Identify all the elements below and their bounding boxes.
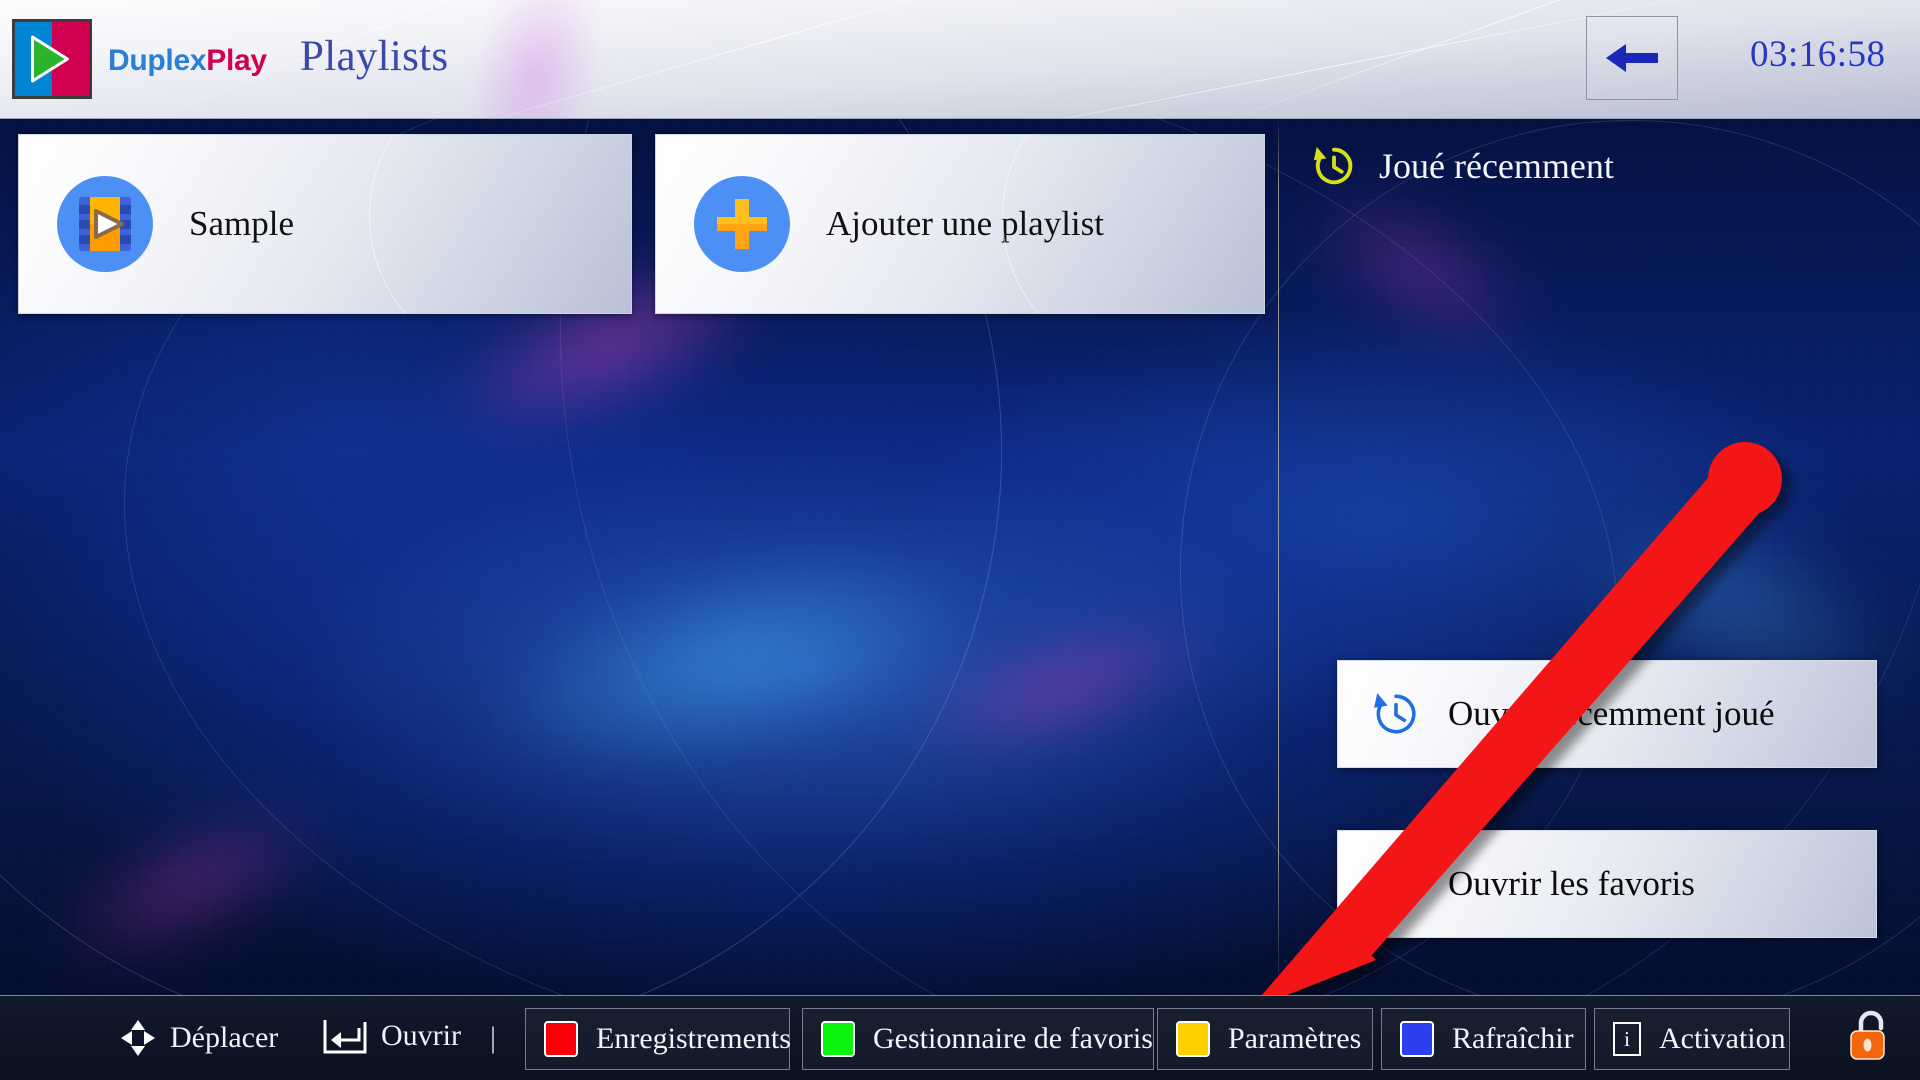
history-clock-icon (1313, 146, 1353, 185)
hint-move: Déplacer (120, 1018, 278, 1058)
recently-played-title: Joué récemment (1379, 146, 1614, 186)
back-button[interactable] (1586, 16, 1678, 100)
plus-glyph (717, 199, 767, 249)
recently-played-header: Joué récemment (1311, 143, 1614, 189)
recently-played-pane: Joué récemment Ouvrir récemment joué Ouv… (1279, 118, 1920, 995)
bottom-toolbar: Déplacer Ouvrir | Enregistrements Gestio… (0, 995, 1920, 1080)
color-swatch-yellow (1176, 1021, 1210, 1057)
add-playlist-card[interactable]: Ajouter une playlist (655, 134, 1265, 314)
app-root: DuplexPlay Playlists 03:16:58 Sample Ajo… (0, 0, 1920, 1080)
film-play-glyph (79, 197, 131, 251)
hint-open-label: Ouvrir (381, 1019, 461, 1052)
unlocked-padlock-glyph (1850, 1010, 1885, 1060)
dpad-arrows-icon (121, 1020, 155, 1056)
history-clock-glyph (1374, 693, 1416, 734)
toolbar-button-favorites-manager[interactable]: Gestionnaire de favoris (802, 1008, 1154, 1070)
brand-name: DuplexPlay (108, 44, 267, 78)
duplexplay-logo-icon (12, 19, 92, 99)
heart-icon (1370, 858, 1422, 910)
toolbar-button-recordings[interactable]: Enregistrements (525, 1008, 791, 1070)
color-swatch-green (821, 1021, 855, 1057)
playlist-card-sample[interactable]: Sample (18, 134, 632, 314)
open-recently-played-button[interactable]: Ouvrir récemment joué (1337, 660, 1877, 768)
arrow-left-icon (1606, 44, 1658, 72)
media-film-play-icon (57, 176, 153, 272)
play-triangle-icon (30, 35, 69, 83)
hint-open: Ouvrir (323, 1018, 461, 1054)
heart-glyph (1374, 864, 1418, 904)
toolbar-button-label: Activation (1659, 1022, 1786, 1055)
toolbar-button-label: Gestionnaire de favoris (873, 1022, 1153, 1055)
toolbar-button-refresh[interactable]: Rafraîchir (1381, 1008, 1586, 1070)
unlocked-padlock-icon[interactable] (1848, 1008, 1894, 1069)
toolbar-button-label: Paramètres (1228, 1022, 1362, 1055)
main-content: Sample Ajouter une playlist Joué récemme… (0, 118, 1920, 995)
clock: 03:16:58 (1750, 34, 1886, 75)
hint-move-label: Déplacer (170, 1021, 279, 1054)
open-favorites-button[interactable]: Ouvrir les favoris (1337, 830, 1877, 938)
open-favorites-label: Ouvrir les favoris (1448, 864, 1695, 903)
toolbar-button-label: Rafraîchir (1452, 1022, 1574, 1055)
open-recently-played-label: Ouvrir récemment joué (1448, 694, 1775, 733)
toolbar-button-activation[interactable]: i Activation (1594, 1008, 1790, 1070)
history-clock-icon (1370, 688, 1422, 740)
plus-icon (694, 176, 790, 272)
brand-play: Play (206, 44, 267, 77)
brand-duplex: Duplex (108, 44, 207, 77)
toolbar-button-label: Enregistrements (596, 1022, 791, 1055)
enter-key-icon (323, 1020, 367, 1054)
color-swatch-red (544, 1021, 578, 1057)
toolbar-separator: | (490, 1021, 497, 1054)
playlist-card-label: Sample (189, 204, 294, 243)
header-light-streak (444, 0, 626, 118)
app-header: DuplexPlay Playlists 03:16:58 (0, 0, 1920, 119)
page-title: Playlists (300, 33, 449, 80)
info-icon: i (1613, 1022, 1641, 1056)
add-playlist-label: Ajouter une playlist (826, 204, 1105, 243)
toolbar-button-settings[interactable]: Paramètres (1157, 1008, 1373, 1070)
playlists-pane: Sample Ajouter une playlist (0, 118, 1278, 995)
color-swatch-blue (1400, 1021, 1434, 1057)
